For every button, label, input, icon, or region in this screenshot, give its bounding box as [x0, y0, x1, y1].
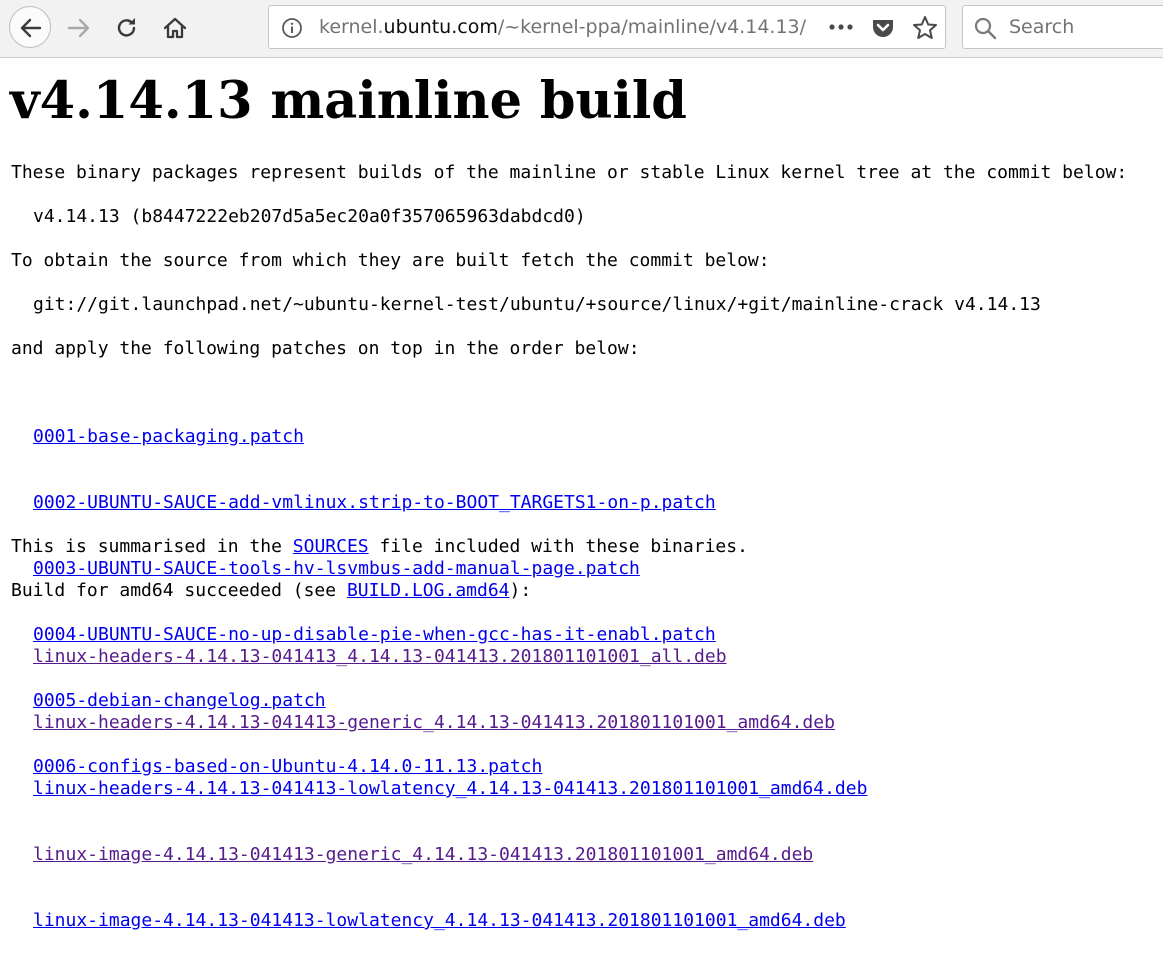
browser-toolbar: kernel.ubuntu.com/~kernel-ppa/mainline/v… [0, 0, 1163, 58]
summary-text: This is summarised in the SOURCES file i… [11, 536, 748, 558]
url-bar[interactable]: kernel.ubuntu.com/~kernel-ppa/mainline/v… [268, 5, 946, 49]
deb-link-headers-lowlatency[interactable]: linux-headers-4.14.13-041413-lowlatency_… [33, 778, 867, 799]
deb-link-headers-all[interactable]: linux-headers-4.14.13-041413_4.14.13-041… [33, 646, 727, 667]
list-item: 0001-base-packaging.patch [33, 426, 716, 448]
reload-button[interactable] [111, 12, 143, 44]
url-text[interactable]: kernel.ubuntu.com/~kernel-ppa/mainline/v… [319, 16, 806, 38]
list-item: linux-headers-4.14.13-041413-generic_4.1… [33, 712, 867, 734]
obtain-text: To obtain the source from which they are… [11, 250, 770, 271]
pocket-icon[interactable] [871, 16, 895, 40]
deb-link-image-lowlatency[interactable]: linux-image-4.14.13-041413-lowlatency_4.… [33, 910, 846, 931]
build-status-text: Build for amd64 succeeded (see BUILD.LOG… [11, 580, 531, 602]
patch-link-0001[interactable]: 0001-base-packaging.patch [33, 426, 304, 447]
deb-list: linux-headers-4.14.13-041413_4.14.13-041… [33, 602, 867, 976]
url-path: /~kernel-ppa/mainline/v4.14.13/ [497, 16, 807, 38]
back-button[interactable] [9, 6, 51, 48]
home-button[interactable] [159, 12, 191, 44]
patch-link-0002[interactable]: 0002-UBUNTU-SAUCE-add-vmlinux.strip-to-B… [33, 492, 716, 513]
list-item: 0002-UBUNTU-SAUCE-add-vmlinux.strip-to-B… [33, 492, 716, 514]
info-icon[interactable] [281, 17, 303, 39]
url-domain-prefix: kernel. [319, 16, 384, 38]
arrow-left-icon [20, 18, 42, 38]
apply-text: and apply the following patches on top i… [11, 338, 640, 359]
list-item: linux-headers-4.14.13-041413-lowlatency_… [33, 778, 867, 800]
search-bar[interactable]: Search [962, 5, 1163, 49]
forward-button[interactable] [63, 12, 95, 44]
home-icon [163, 17, 187, 39]
build-prefix: Build for amd64 succeeded (see [11, 580, 347, 601]
patch-link-0003[interactable]: 0003-UBUNTU-SAUCE-tools-hv-lsvmbus-add-m… [33, 558, 640, 579]
bookmark-star-icon[interactable] [912, 15, 938, 41]
page-title: v4.14.13 mainline build [10, 71, 687, 131]
git-url-text: git://git.launchpad.net/~ubuntu-kernel-t… [33, 294, 1041, 315]
intro-text: These binary packages represent builds o… [11, 162, 1128, 183]
arrow-right-icon [67, 18, 90, 38]
list-item: linux-image-4.14.13-041413-lowlatency_4.… [33, 910, 867, 932]
sources-link[interactable]: SOURCES [293, 536, 369, 557]
build-suffix: ): [509, 580, 532, 601]
search-icon [974, 17, 997, 40]
list-item: 0003-UBUNTU-SAUCE-tools-hv-lsvmbus-add-m… [33, 558, 716, 580]
deb-link-image-generic[interactable]: linux-image-4.14.13-041413-generic_4.14.… [33, 844, 813, 865]
list-item: linux-image-4.14.13-041413-generic_4.14.… [33, 844, 867, 866]
summary-suffix: file included with these binaries. [368, 536, 748, 557]
url-domain: ubuntu.com [383, 16, 498, 38]
build-log-link[interactable]: BUILD.LOG.amd64 [347, 580, 510, 601]
more-actions-icon[interactable] [827, 16, 855, 38]
deb-link-headers-generic[interactable]: linux-headers-4.14.13-041413-generic_4.1… [33, 712, 835, 733]
summary-prefix: This is summarised in the [11, 536, 293, 557]
search-placeholder: Search [1009, 16, 1075, 38]
commit-text: v4.14.13 (b8447222eb207d5a5ec20a0f357065… [33, 206, 586, 227]
list-item: linux-headers-4.14.13-041413_4.14.13-041… [33, 646, 867, 668]
reload-icon [117, 18, 136, 37]
